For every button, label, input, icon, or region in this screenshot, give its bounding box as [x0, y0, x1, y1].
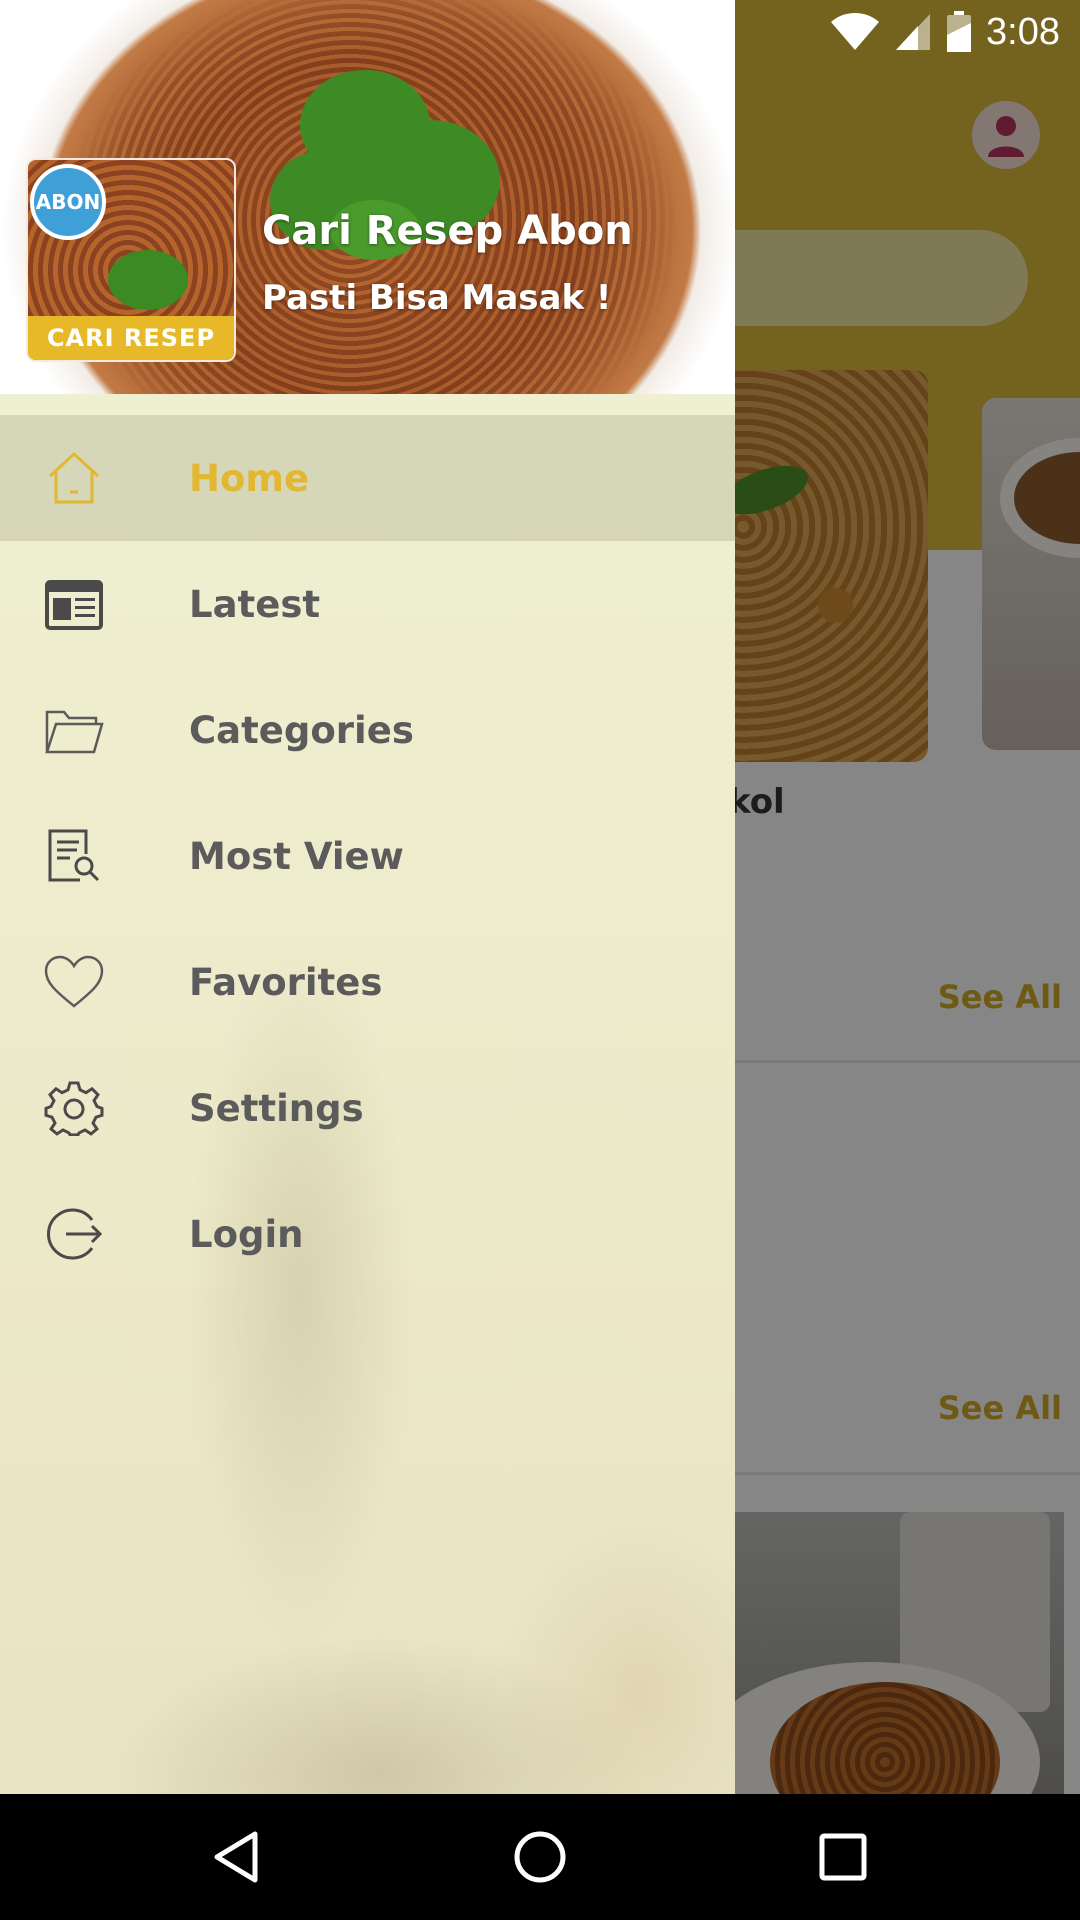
home-circle-icon — [514, 1831, 566, 1883]
menu-label: Latest — [189, 582, 321, 626]
gear-icon — [44, 1080, 104, 1136]
folder-icon — [44, 702, 104, 758]
menu-item-home[interactable]: Home — [0, 415, 735, 541]
menu-label: Favorites — [189, 960, 383, 1004]
menu-item-categories[interactable]: Categories — [0, 667, 735, 793]
home-icon — [44, 450, 104, 506]
menu-label: Login — [189, 1212, 304, 1256]
back-icon — [214, 1831, 258, 1883]
drawer-header: ABON CARI RESEP Cari Resep Abon Pasti Bi… — [0, 0, 735, 394]
menu-label: Settings — [189, 1086, 364, 1130]
menu-label: Most View — [189, 834, 404, 878]
menu-label: Home — [189, 456, 310, 500]
logo-strip: CARI RESEP — [28, 316, 234, 360]
drawer-menu: Home Latest Categories Most View Favorit… — [0, 415, 735, 1297]
wifi-icon — [831, 13, 880, 50]
menu-label: Categories — [189, 708, 414, 752]
app-logo: ABON CARI RESEP — [26, 158, 236, 362]
logo-badge: ABON — [30, 164, 106, 240]
login-icon — [44, 1206, 104, 1262]
recents-icon — [819, 1833, 867, 1881]
nav-back-button[interactable] — [206, 1827, 266, 1887]
signal-icon — [896, 14, 931, 50]
logo-strip-text: CARI RESEP — [46, 324, 216, 352]
navigation-drawer: ABON CARI RESEP Cari Resep Abon Pasti Bi… — [0, 0, 735, 1794]
app-name: Cari Resep Abon — [262, 208, 633, 254]
menu-item-favorites[interactable]: Favorites — [0, 919, 735, 1045]
menu-item-most-view[interactable]: Most View — [0, 793, 735, 919]
menu-item-settings[interactable]: Settings — [0, 1045, 735, 1171]
app-tagline: Pasti Bisa Masak ! — [262, 278, 612, 318]
system-nav-bar — [0, 1794, 1080, 1920]
menu-item-latest[interactable]: Latest — [0, 541, 735, 667]
battery-icon — [947, 11, 972, 52]
latest-icon — [44, 576, 104, 632]
nav-home-button[interactable] — [510, 1827, 570, 1887]
heart-icon — [44, 954, 104, 1010]
menu-item-login[interactable]: Login — [0, 1171, 735, 1297]
nav-recents-button[interactable] — [813, 1827, 873, 1887]
status-time: 3:08 — [986, 10, 1060, 53]
most-view-icon — [44, 828, 104, 884]
logo-badge-text: ABON — [35, 190, 101, 214]
